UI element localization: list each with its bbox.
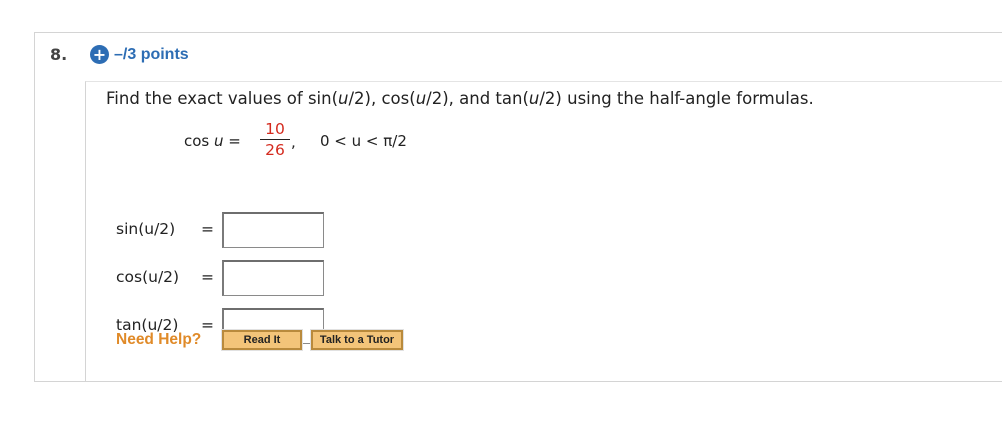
equals-sign: = <box>201 316 214 334</box>
expand-plus-icon[interactable]: + <box>90 45 109 64</box>
given-func: cos <box>184 132 215 150</box>
question-number: 8. <box>50 45 68 64</box>
talk-to-tutor-button[interactable]: Talk to a Tutor <box>310 329 404 351</box>
prompt-text-2: /2), cos( <box>348 89 416 108</box>
answer-label-sin: sin(u/2) <box>116 220 176 238</box>
prompt-text-3: /2), and tan( <box>426 89 529 108</box>
given-lhs: cos u = <box>184 132 241 150</box>
points-label: –/3 points <box>114 46 189 63</box>
answer-label-cos: cos(u/2) <box>116 268 180 286</box>
prompt-var-u: u <box>415 89 427 108</box>
question-body: Find the exact values of sin(u/2), cos(u… <box>85 81 1002 382</box>
given-equals: = <box>223 132 241 150</box>
question-header: 8. + –/3 points <box>35 33 1002 81</box>
answer-input-cos[interactable] <box>222 260 324 296</box>
answer-input-sin[interactable] <box>222 212 324 248</box>
given-comma: , <box>291 133 296 151</box>
prompt-text-4: /2) using the half-angle formulas. <box>539 89 814 108</box>
given-range: 0 < u < π/2 <box>320 132 407 150</box>
prompt-var-u: u <box>338 89 349 108</box>
need-help-label: Need Help? <box>116 331 202 348</box>
fraction-denominator: 26 <box>265 141 285 159</box>
question-prompt: Find the exact values of sin(u/2), cos(u… <box>106 89 814 108</box>
fraction-bar <box>260 139 290 140</box>
read-it-button[interactable]: Read It <box>221 329 303 351</box>
fraction-numerator: 10 <box>265 120 285 138</box>
equals-sign: = <box>201 268 214 286</box>
prompt-var-u: u <box>528 89 540 108</box>
question-card: 8. + –/3 points Find the exact values of… <box>34 32 1002 382</box>
prompt-text-1: Find the exact values of sin( <box>106 89 339 108</box>
given-fraction: 10 26 <box>260 120 290 159</box>
equals-sign: = <box>201 220 214 238</box>
given-var: u <box>214 132 224 150</box>
